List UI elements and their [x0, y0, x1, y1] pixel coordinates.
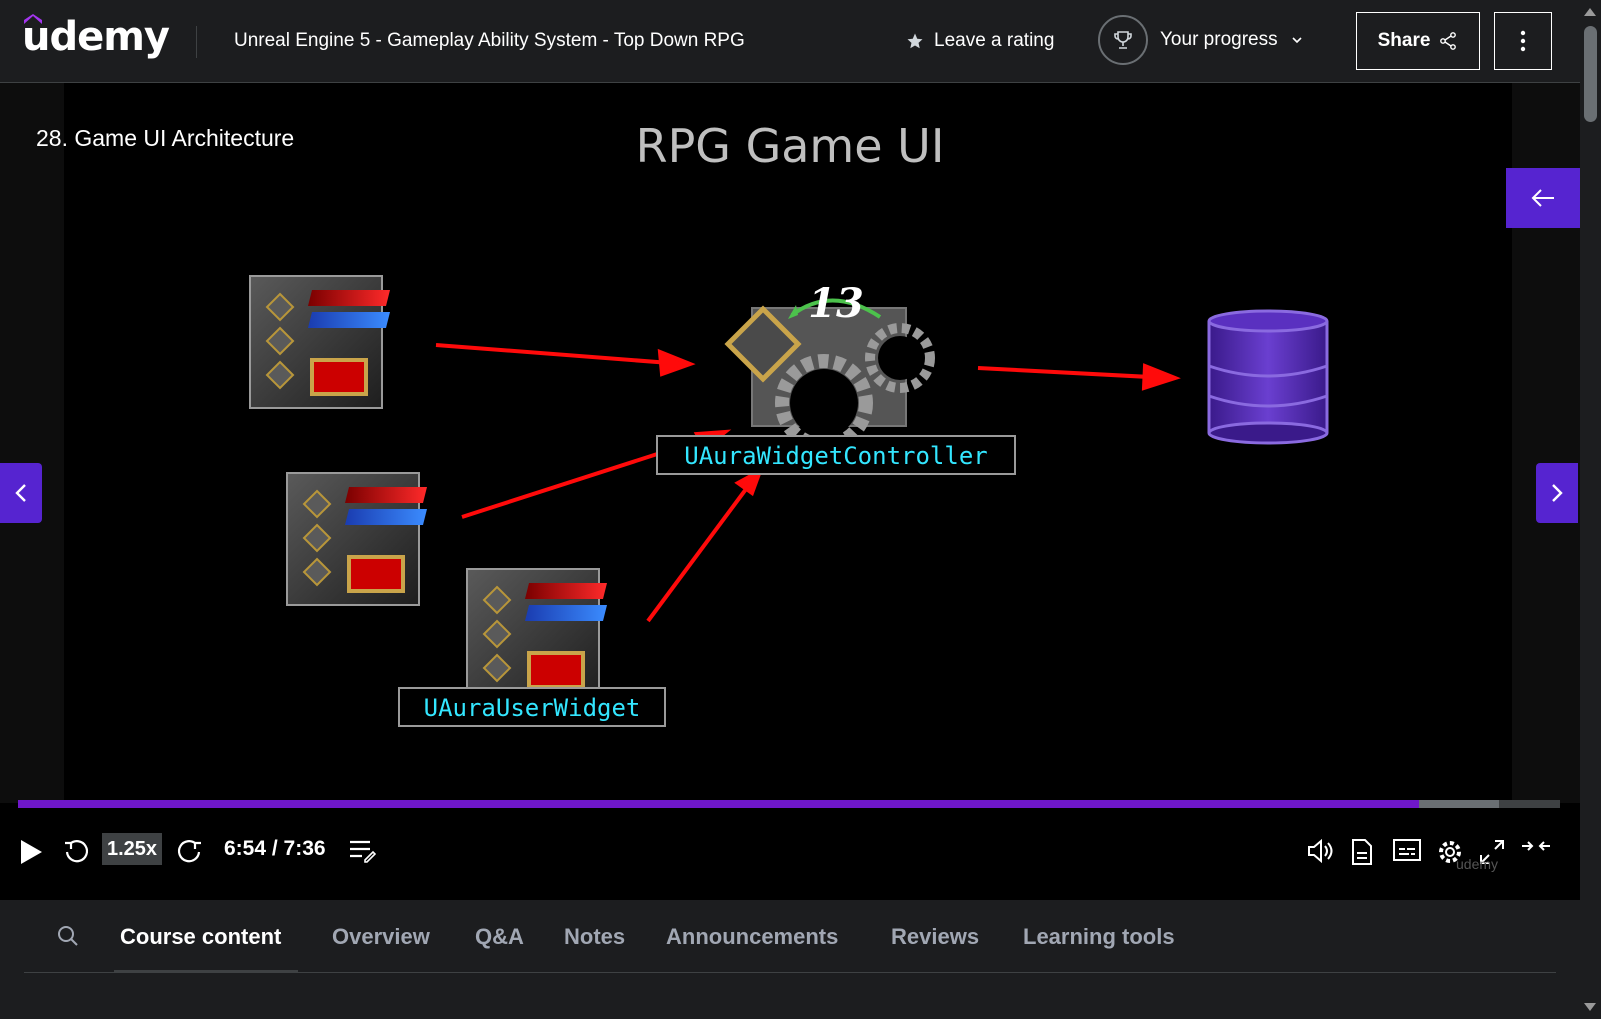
captions-button[interactable] [1392, 838, 1422, 862]
course-title[interactable]: Unreal Engine 5 - Gameplay Ability Syste… [234, 30, 745, 52]
progress-ring [1098, 15, 1148, 65]
tab-announcements[interactable]: Announcements [666, 924, 838, 950]
next-lecture-button[interactable] [1536, 463, 1578, 523]
played-bar [18, 800, 1419, 808]
tab-learning-tools[interactable]: Learning tools [1023, 924, 1175, 950]
page-scrollbar[interactable] [1580, 0, 1601, 1019]
video-player[interactable]: RPG Game UI 28. Game UI Architecture 13 … [0, 83, 1580, 900]
previous-lecture-button[interactable] [0, 463, 42, 523]
tab-overview[interactable]: Overview [332, 924, 430, 950]
tab-qa[interactable]: Q&A [475, 924, 524, 950]
captions-icon [1393, 839, 1421, 861]
share-label: Share [1377, 30, 1431, 51]
your-progress-button[interactable]: Your progress [1098, 15, 1304, 65]
database-icon [1207, 309, 1329, 445]
more-options-button[interactable] [1494, 12, 1552, 70]
widget-controller-graphic: 13 UAuraWidgetController [656, 280, 1016, 475]
udemy-logo[interactable]: udemy [22, 14, 170, 60]
badge-number: 13 [808, 280, 864, 327]
tab-notes[interactable]: Notes [564, 924, 625, 950]
your-progress-label: Your progress [1160, 29, 1278, 50]
transcript-button[interactable] [1350, 838, 1374, 866]
volume-icon [1308, 838, 1333, 864]
video-controls: 1.25x 6:54 / 7:36 udemy [0, 818, 1580, 900]
arrow-left-icon [1531, 189, 1554, 207]
star-icon [907, 33, 923, 49]
rewind-button[interactable] [62, 838, 90, 866]
transcript-icon [1352, 839, 1372, 865]
chevron-down-icon [1292, 37, 1302, 44]
tab-reviews[interactable]: Reviews [891, 924, 979, 950]
course-tabs: Course content Overview Q&A Notes Announ… [0, 900, 1580, 1019]
play-icon [21, 840, 42, 864]
time-display: 6:54 / 7:36 [224, 837, 326, 860]
tabs-divider [24, 972, 1556, 973]
scroll-down-arrow[interactable] [1584, 1003, 1596, 1011]
volume-button[interactable] [1306, 838, 1334, 864]
scroll-up-arrow[interactable] [1584, 8, 1596, 16]
chevron-left-icon [15, 484, 26, 502]
leave-rating-label: Leave a rating [934, 30, 1055, 51]
share-icon [1440, 32, 1457, 50]
more-vertical-icon [1520, 30, 1526, 52]
udemy-watermark: udemy [1456, 856, 1499, 872]
add-note-button[interactable] [348, 838, 376, 864]
architecture-diagram: 13 UAuraWidgetController UAuraUserWidget [248, 274, 1329, 727]
search-button[interactable] [56, 924, 80, 953]
header-divider [196, 26, 197, 58]
search-icon [58, 926, 78, 946]
rewind-icon [65, 840, 89, 863]
forward-button[interactable] [176, 838, 204, 866]
video-progress-bar[interactable] [18, 800, 1560, 808]
forward-icon [177, 840, 201, 863]
widget-panel-1 [248, 274, 392, 410]
trophy-icon [1114, 31, 1132, 49]
back-button[interactable] [1506, 168, 1580, 228]
playback-speed-button[interactable]: 1.25x [102, 833, 162, 865]
share-button[interactable]: Share [1356, 12, 1480, 70]
tab-course-content[interactable]: Course content [120, 924, 281, 950]
controller-label: UAuraWidgetController [684, 442, 987, 470]
user-widget-label: UAuraUserWidget [424, 694, 641, 722]
widget-panel-2 [285, 471, 429, 607]
collapse-icon [1522, 841, 1550, 851]
top-header: udemy Unreal Engine 5 - Gameplay Ability… [0, 0, 1580, 83]
scroll-thumb[interactable] [1584, 26, 1597, 122]
chevron-right-icon [1552, 484, 1563, 502]
widget-panel-3 [465, 567, 609, 703]
play-button[interactable] [18, 838, 44, 866]
leave-rating-button[interactable]: Leave a rating [906, 30, 1054, 52]
notes-icon [350, 840, 376, 863]
expanded-view-button[interactable] [1520, 838, 1552, 854]
